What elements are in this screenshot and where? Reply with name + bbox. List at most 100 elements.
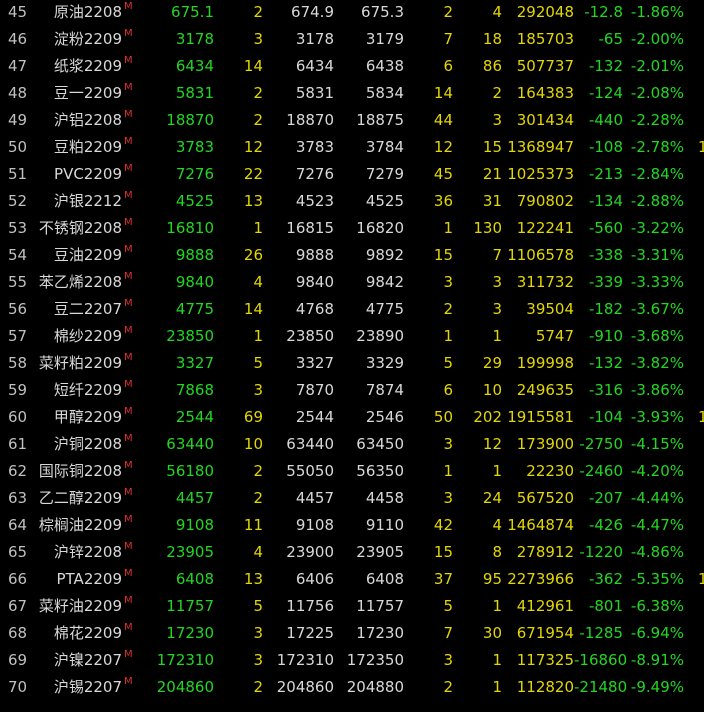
last-price: 18870 xyxy=(166,111,214,129)
table-row[interactable]: 68 棉花2209 M 17230 3 17225 17230 7 30 671954 -1285-… xyxy=(0,620,704,647)
table-row[interactable]: 70 沪锡2207 M 204860 2 204860 204880 2 1 112820 -214… xyxy=(0,674,704,701)
table-row[interactable]: 66 PTA2209 M 6408 13 6406 6408 37 95 2273966 -362-… xyxy=(0,566,704,593)
price-change: -362 xyxy=(588,570,623,588)
table-row[interactable]: 69 沪镍2207 M 172310 3 172310 172350 3 1 117325 -168… xyxy=(0,647,704,674)
table-row[interactable]: 59 短纤2209 M 7868 3 7870 7874 6 10 249635 -316 -3.86… xyxy=(0,377,704,404)
bid-price: 7276 xyxy=(295,165,334,183)
table-row[interactable]: 62 国际铜2208 M 56180 2 55050 56350 1 1 22230 -2460 -4… xyxy=(0,458,704,485)
last-volume: 5 xyxy=(253,354,263,372)
table-row[interactable]: 57 棉纱2209 M 23850 1 23850 23890 1 1 5747 -910 -3.68… xyxy=(0,323,704,350)
total-volume: 507737 xyxy=(516,57,574,75)
table-row[interactable]: 65 沪锌2208 M 23905 4 23900 23905 15 8 278912 -1220-… xyxy=(0,539,704,566)
percent-change: -3.31% xyxy=(630,246,684,264)
table-row[interactable]: 67 菜籽油2209 M 11757 5 11756 11757 5 1 412961 -801 -6… xyxy=(0,593,704,620)
last-volume: 2 xyxy=(253,111,263,129)
contract-name: 豆二2207 xyxy=(53,300,122,318)
table-row[interactable]: 50 豆粕2209 M 3783 12 3783 3784 12 15 1368947 -108 -2… xyxy=(0,134,704,161)
table-row[interactable]: 61 沪铜2208 M 63440 10 63440 63450 3 12 173900 -2750… xyxy=(0,431,704,458)
main-contract-badge: M xyxy=(124,433,133,444)
percent-change: -4.20% xyxy=(630,462,684,480)
price-change: -1285 xyxy=(579,624,623,642)
ask-price: 4458 xyxy=(365,489,404,507)
bid-volume: 15 xyxy=(433,543,453,561)
price-change: -65 xyxy=(598,30,624,48)
table-row[interactable]: 63 乙二醇2209 M 4457 2 4457 4458 3 24 567520 -207 -4.4… xyxy=(0,485,704,512)
percent-change: -4.44% xyxy=(630,489,684,507)
last-price: 17230 xyxy=(166,624,214,642)
last-price: 63440 xyxy=(166,435,214,453)
last-volume: 3 xyxy=(253,624,263,642)
main-contract-badge: M xyxy=(124,1,133,12)
ask-volume: 1 xyxy=(492,651,502,669)
last-volume: 4 xyxy=(253,273,263,291)
main-contract-badge: M xyxy=(124,460,133,471)
main-contract-badge: M xyxy=(124,136,133,147)
bid-price: 6434 xyxy=(295,57,334,75)
bid-price: 9840 xyxy=(295,273,334,291)
bid-price: 3178 xyxy=(295,30,334,48)
ask-volume: 29 xyxy=(482,354,502,372)
ask-price: 17230 xyxy=(356,624,404,642)
percent-change: -2.84% xyxy=(630,165,684,183)
last-volume: 3 xyxy=(253,381,263,399)
table-row[interactable]: 64 棕榈油2209 M 9108 11 9108 9110 42 4 1464874 -426 -4… xyxy=(0,512,704,539)
total-volume: 301434 xyxy=(516,111,574,129)
ask-volume: 86 xyxy=(482,57,502,75)
table-row[interactable]: 48 豆一2209 M 5831 2 5831 5834 14 2 164383 -124 -2.08… xyxy=(0,80,704,107)
bid-volume: 3 xyxy=(443,651,453,669)
contract-name: PTA2209 xyxy=(56,570,122,588)
table-row[interactable]: 60 甲醇2209 M 2544 69 2544 2546 50 202 1915581 -104-… xyxy=(0,404,704,431)
price-change: -108 xyxy=(588,138,623,156)
last-price: 5831 xyxy=(175,84,214,102)
last-price: 4775 xyxy=(175,300,214,318)
last-price: 675.1 xyxy=(171,3,214,21)
last-volume: 1 xyxy=(253,219,263,237)
last-volume: 4 xyxy=(253,543,263,561)
table-row[interactable]: 52 沪银2212 M 4525 13 4523 4525 36 31 790802 -134 -2.… xyxy=(0,188,704,215)
last-volume: 11 xyxy=(243,516,263,534)
contract-name: 棉花2209 xyxy=(53,624,122,642)
last-volume: 2 xyxy=(253,3,263,21)
table-row[interactable]: 58 菜籽粕2209 M 3327 5 3327 3329 5 29 199998 -132 -3.8… xyxy=(0,350,704,377)
table-row[interactable]: 54 豆油2209 M 9888 26 9888 9892 15 7 1106578 -338 -3.… xyxy=(0,242,704,269)
bid-price: 674.9 xyxy=(291,3,334,21)
bid-price: 204860 xyxy=(276,678,334,696)
price-change: -104 xyxy=(588,408,623,426)
percent-change: -3.82% xyxy=(630,354,684,372)
main-contract-badge: M xyxy=(124,352,133,363)
contract-name: 短纤2209 xyxy=(53,381,122,399)
clipped-column xyxy=(698,674,704,701)
ask-volume: 1 xyxy=(492,327,502,345)
main-contract-badge: M xyxy=(124,379,133,390)
ask-volume: 1 xyxy=(492,597,502,615)
contract-name: 棉纱2209 xyxy=(53,327,122,345)
percent-change: -3.33% xyxy=(630,273,684,291)
table-row[interactable]: 55 苯乙烯2208 M 9840 4 9840 9842 3 3 311732 -339 -3.33… xyxy=(0,269,704,296)
bid-volume: 5 xyxy=(443,597,453,615)
percent-change: -9.49% xyxy=(630,678,684,696)
bid-price: 23900 xyxy=(286,543,334,561)
bid-price: 23850 xyxy=(286,327,334,345)
ask-volume: 4 xyxy=(492,516,502,534)
clipped-column xyxy=(698,323,704,350)
ask-price: 11757 xyxy=(356,597,404,615)
main-contract-badge: M xyxy=(124,190,133,201)
table-row[interactable]: 53 不锈钢2208 M 16810 1 16815 16820 1 130 122241 -560… xyxy=(0,215,704,242)
bid-price: 2544 xyxy=(295,408,334,426)
table-row[interactable]: 49 沪铝2208 M 18870 2 18870 18875 44 3 301434 -440 -2… xyxy=(0,107,704,134)
bid-volume: 7 xyxy=(443,30,453,48)
bid-price: 7870 xyxy=(295,381,334,399)
ask-volume: 31 xyxy=(482,192,502,210)
price-change: -316 xyxy=(588,381,623,399)
bid-volume: 1 xyxy=(443,462,453,480)
table-row[interactable]: 51 PVC2209 M 7276 22 7276 7279 45 21 1025373 -213-… xyxy=(0,161,704,188)
bid-price: 18870 xyxy=(286,111,334,129)
table-row[interactable]: 45 原油2208 M 675.1 2 674.9 675.3 2 4 292048 -12.8 -1… xyxy=(0,0,704,26)
price-change: -132 xyxy=(588,354,623,372)
ask-volume: 3 xyxy=(492,300,502,318)
last-price: 2544 xyxy=(175,408,214,426)
price-change: -2460 xyxy=(579,462,623,480)
table-row[interactable]: 56 豆二2207 M 4775 14 4768 4775 2 3 39504 -182 -3.67% xyxy=(0,296,704,323)
table-row[interactable]: 47 纸浆2209 M 6434 14 6434 6438 6 86 507737 -132 -2.0… xyxy=(0,53,704,80)
table-row[interactable]: 46 淀粉2209 M 3178 3 3178 3179 7 18 185703 -65 -2.00% xyxy=(0,26,704,53)
